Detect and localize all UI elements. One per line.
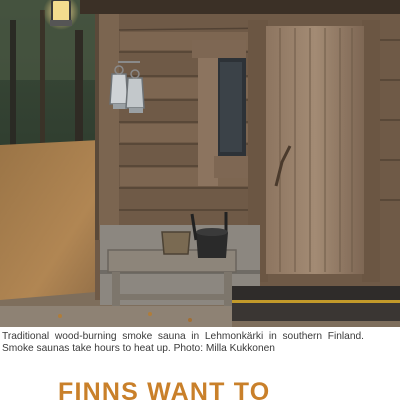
sauna-door <box>266 26 364 274</box>
article-headline: FINNS WANT TO <box>58 378 271 406</box>
sauna-photo <box>0 0 400 327</box>
leaf-covered-ground <box>0 140 110 310</box>
photo-caption: Traditional wood-burning smoke sauna in … <box>2 331 364 356</box>
wooden-bucket <box>161 231 191 255</box>
caption-line-1: Traditional wood-burning smoke sauna in … <box>2 331 364 342</box>
caption-line-2: Smoke saunas take hours to heat up. Phot… <box>2 343 275 355</box>
wall-lamp <box>51 0 71 23</box>
